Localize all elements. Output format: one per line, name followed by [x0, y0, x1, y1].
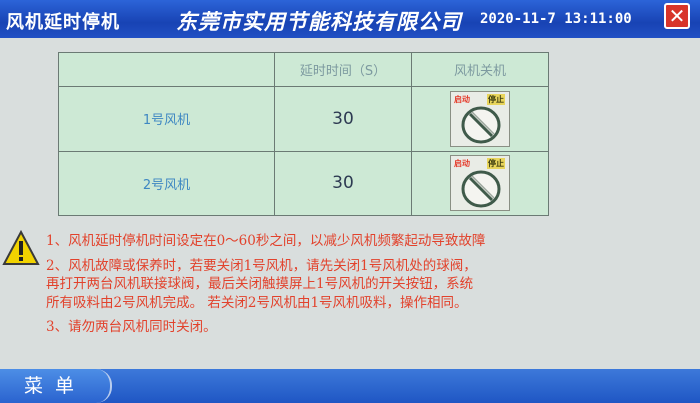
fan-1-delay-input[interactable]: 30 [274, 86, 412, 152]
switch-knob-icon [461, 106, 501, 144]
note-2-line-3: 所有吸料由2号风机完成。 若关闭2号风机由1号风机吸料，操作相同。 [46, 294, 468, 311]
note-2-line-2: 再打开两台风机联接球阀，最后关闭触摸屏上1号风机的开关按钮，系统 [46, 276, 474, 292]
fan-1-stop-label: 停止 [487, 93, 505, 105]
close-icon: ✕ [668, 4, 686, 28]
menu-button[interactable]: 菜单 [0, 369, 112, 403]
close-button[interactable]: ✕ [664, 3, 690, 29]
note-1: 1、风机延时停机时间设定在0～60秒之间，以减少风机频繁起动导致故障 [46, 233, 486, 249]
fan-2-delay-input[interactable]: 30 [274, 150, 412, 216]
title-bar: 风机延时停机 东莞市实用节能科技有限公司 2020-11-7 13:11:00 … [0, 0, 700, 38]
fan-2-stop-label: 停止 [487, 158, 505, 170]
note-3: 3、请勿两台风机同时关闭。 [46, 319, 217, 335]
table-row-fan-2: 2号风机 30 启动 停止 [58, 150, 549, 216]
fan-table: 延时时间（S） 风机关机 1号风机 30 启动 停止 2号风机 30 启动 停止 [58, 52, 549, 216]
screen-title: 风机延时停机 [6, 12, 120, 33]
fan-1-switch-cell: 启动 停止 [411, 86, 549, 152]
column-header-fan-off: 风机关机 [411, 52, 549, 87]
switch-knob-icon [461, 170, 501, 208]
fan-2-switch-cell: 启动 停止 [411, 150, 549, 216]
note-2-line-1: 2、风机故障或保养时，若要关闭1号风机，请先关闭1号风机处的球阀， [46, 257, 477, 274]
warning-icon [2, 230, 40, 265]
table-row-fan-1: 1号风机 30 启动 停止 [58, 86, 549, 152]
datetime-display: 2020-11-7 13:11:00 [480, 11, 632, 27]
column-header-fan [58, 52, 275, 87]
instruction-notes: 1、风机延时停机时间设定在0～60秒之间，以减少风机频繁起动导致故障 2、风机故… [46, 232, 696, 337]
column-header-delay: 延时时间（S） [274, 52, 412, 87]
fan-2-start-label: 启动 [454, 159, 470, 169]
company-name: 东莞市实用节能科技有限公司 [176, 9, 462, 34]
fan-1-toggle-button[interactable]: 启动 停止 [450, 90, 510, 147]
fan-2-toggle-button[interactable]: 启动 停止 [450, 155, 510, 212]
fan-1-start-label: 启动 [454, 94, 470, 104]
fan-1-name: 1号风机 [58, 86, 275, 152]
fan-2-name: 2号风机 [58, 150, 275, 216]
table-header-row: 延时时间（S） 风机关机 [58, 52, 549, 87]
